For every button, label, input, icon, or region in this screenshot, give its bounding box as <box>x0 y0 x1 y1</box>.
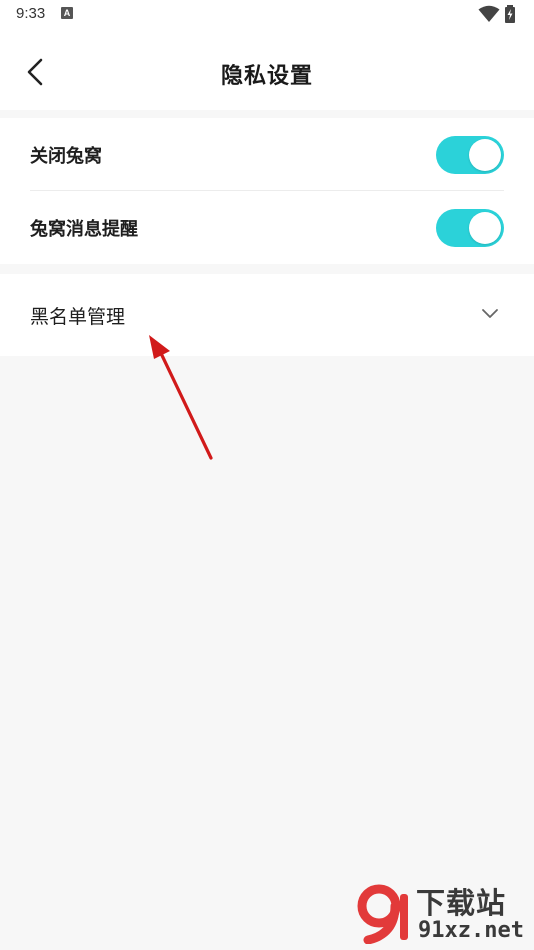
battery-icon <box>505 5 515 23</box>
burrow-notification-toggle[interactable] <box>436 209 504 247</box>
status-bar: 9:33 A <box>0 0 534 28</box>
setting-row-burrow-notification: 兔窝消息提醒 <box>30 191 504 264</box>
status-time: 9:33 <box>16 5 46 22</box>
chevron-down-icon <box>482 309 498 318</box>
setting-row-close-burrow: 关闭兔窝 <box>30 118 504 191</box>
blacklist-management-row[interactable]: 黑名单管理 <box>0 274 534 356</box>
watermark-logo-icon <box>357 884 408 944</box>
status-icons <box>478 5 520 23</box>
watermark: 下载站 91xz.net <box>354 880 530 948</box>
close-burrow-toggle[interactable] <box>436 136 504 174</box>
annotation-arrow-icon <box>149 335 213 460</box>
watermark-title: 下载站 <box>416 886 507 920</box>
page-title: 隐私设置 <box>220 64 313 89</box>
settings-card: 关闭兔窝 兔窝消息提醒 <box>0 118 534 264</box>
watermark-domain: 91xz.net <box>418 918 524 943</box>
setting-label: 关闭兔窝 <box>30 146 102 167</box>
toggle-knob <box>469 139 501 171</box>
blacklist-label: 黑名单管理 <box>30 306 126 328</box>
notification-app-icon: A <box>61 7 73 19</box>
app-header: 隐私设置 <box>0 28 534 110</box>
setting-label: 兔窝消息提醒 <box>30 219 138 240</box>
toggle-knob <box>469 212 501 244</box>
screen: 9:33 A 隐私设置 关闭兔窝 兔窝消息提醒 黑名单管理 下载站 91xz.n… <box>0 0 534 950</box>
wifi-icon <box>478 5 500 22</box>
